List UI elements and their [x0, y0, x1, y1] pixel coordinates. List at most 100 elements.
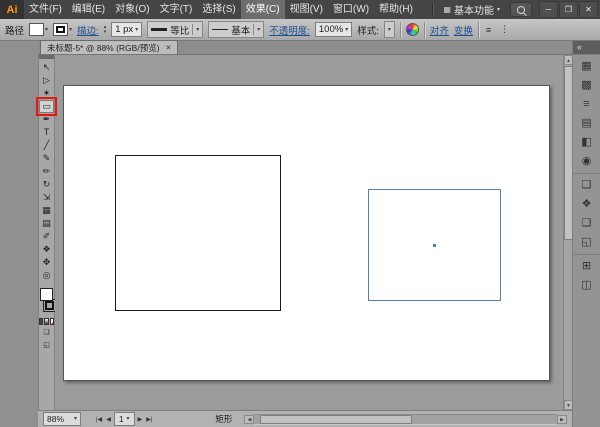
scroll-left-icon[interactable]: ◀ [244, 414, 255, 424]
menu-help[interactable]: 帮助(H) [374, 0, 418, 19]
dropdown-divider [253, 24, 255, 35]
illustrator-window: Ai 文件(F) 编辑(E) 对象(O) 文字(T) 选择(S) 效果(C) 视… [0, 0, 600, 427]
type-tool[interactable]: T [39, 126, 54, 139]
controlbar-divider [477, 21, 479, 38]
direct-selection-tool[interactable]: ▷ [39, 74, 54, 87]
first-artboard-button[interactable]: |◀ [95, 416, 103, 423]
drawn-rectangle[interactable] [115, 155, 281, 311]
fill-color-swatch [29, 23, 45, 36]
draw-mode-button[interactable]: ❏ [39, 328, 54, 338]
blend-tool[interactable]: ❖ [39, 243, 54, 256]
brush-value: 基本 [231, 25, 251, 37]
close-button[interactable]: ✕ [579, 1, 598, 18]
menu-select[interactable]: 选择(S) [197, 0, 240, 19]
stroke-width-select[interactable]: 1 px ▾ [111, 22, 143, 37]
caret-down-icon: ▾ [69, 26, 73, 33]
gradient-panel-icon[interactable]: ▤ [573, 114, 600, 133]
transparency-panel-icon[interactable]: ◧ [573, 133, 600, 152]
more-options-icon[interactable]: ⋮ [498, 24, 511, 35]
selection-tool[interactable]: ↖ [39, 61, 54, 74]
horizontal-scroll-track[interactable] [254, 413, 557, 425]
canvas[interactable] [55, 55, 563, 410]
align-panel-icon[interactable]: ⊞ [573, 257, 600, 276]
color-mini-swatch[interactable] [39, 318, 44, 325]
eyedropper-tool[interactable]: ✐ [39, 230, 54, 243]
style-select[interactable]: ▾ [383, 21, 395, 38]
artboard-number-select[interactable]: 1 ▾ [113, 412, 135, 426]
horizontal-scrollbar[interactable]: ◀ ▶ [244, 413, 567, 425]
recolor-artwork-icon[interactable] [405, 23, 419, 36]
horizontal-scroll-thumb[interactable] [260, 414, 412, 424]
workspace-switcher[interactable]: ▦ 基本功能 ▾ [439, 2, 504, 17]
stroke-link[interactable]: 描边: [77, 23, 99, 37]
rectangle-tool[interactable]: ▭ [36, 97, 57, 116]
restore-button[interactable]: ❐ [559, 1, 578, 18]
last-artboard-button[interactable]: ▶| [145, 416, 153, 423]
stroke-profile-select[interactable]: 等比 ▾ [147, 21, 204, 38]
stroke-panel-icon[interactable]: ≡ [573, 95, 600, 114]
profile-line-icon [151, 28, 168, 31]
app-logo: Ai [0, 0, 24, 19]
menu-object[interactable]: 对象(O) [110, 0, 154, 19]
paintbrush-tool[interactable]: ✎ [39, 152, 54, 165]
opacity-select[interactable]: 100% ▾ [314, 22, 353, 37]
zoom-level-select[interactable]: 88% ▾ [43, 412, 81, 426]
menu-file[interactable]: 文件(F) [24, 0, 67, 19]
controlbar-divider [423, 21, 425, 38]
document-tab[interactable]: 未标题-5* @ 88% (RGB/预览) ✕ [40, 40, 179, 54]
artboard-number-value: 1 [118, 414, 124, 424]
symbols-panel-icon[interactable]: ❖ [573, 195, 600, 214]
menu-edit[interactable]: 编辑(E) [67, 0, 110, 19]
tab-close-icon[interactable]: ✕ [166, 44, 172, 52]
next-artboard-button[interactable]: ▶ [137, 416, 144, 423]
graphic-styles-panel-icon[interactable]: ❑ [573, 176, 600, 195]
gradient-mini-swatch[interactable] [44, 318, 49, 325]
zoom-tool[interactable]: ◎ [39, 269, 54, 282]
scale-tool[interactable]: ⇲ [39, 191, 54, 204]
gradient-tool[interactable]: ▤ [39, 217, 54, 230]
menu-view[interactable]: 视图(V) [285, 0, 328, 19]
center-point [433, 243, 436, 247]
search-button[interactable] [510, 2, 532, 17]
stroke-width-stepper[interactable]: ▴ ▾ [103, 25, 107, 35]
panel-menu-icon[interactable]: ≡ [484, 25, 493, 35]
color-guide-panel-icon[interactable]: ▩ [573, 76, 600, 95]
prev-artboard-button[interactable]: ◀ [105, 416, 112, 423]
pen-tool[interactable]: ✒ [39, 113, 54, 126]
scroll-right-icon[interactable]: ▶ [557, 414, 567, 424]
dropdown-divider [192, 24, 194, 35]
opacity-link[interactable]: 不透明度: [269, 23, 310, 37]
hand-tool[interactable]: ✥ [39, 256, 54, 269]
screen-mode-button[interactable]: ◱ [39, 341, 54, 351]
layers-panel-icon[interactable]: ❏ [573, 214, 600, 233]
expand-panels-button[interactable]: « [573, 41, 600, 54]
document-tab-title: 未标题-5* @ 88% (RGB/预览) [47, 42, 160, 53]
caret-down-icon: ▾ [496, 6, 500, 13]
menu-window[interactable]: 窗口(W) [328, 0, 374, 19]
stepper-down-icon: ▾ [103, 29, 107, 35]
caret-down-icon: ▾ [196, 26, 200, 33]
stroke-color-dropdown[interactable]: ▾ [53, 23, 72, 36]
mesh-tool[interactable]: ▦ [39, 204, 54, 217]
minimize-button[interactable]: ─ [539, 1, 558, 18]
fill-color-dropdown[interactable]: ▾ [29, 23, 48, 36]
artboards-panel-icon[interactable]: ◱ [573, 233, 600, 252]
menu-type[interactable]: 文字(T) [155, 0, 198, 19]
caret-down-icon: ▾ [45, 26, 49, 33]
align-link[interactable]: 对齐 [430, 23, 449, 37]
brush-definition-select[interactable]: 基本 ▾ [208, 21, 265, 38]
fill-swatch[interactable] [40, 288, 53, 301]
pathfinder-panel-icon[interactable]: ◫ [573, 276, 600, 295]
appearance-panel-icon[interactable]: ◉ [573, 152, 600, 171]
magic-wand-tool[interactable]: ✶ [39, 87, 54, 100]
transform-link[interactable]: 变换 [454, 23, 473, 37]
none-mini-swatch[interactable] [49, 318, 54, 325]
selected-rectangle[interactable] [368, 189, 501, 301]
line-tool[interactable]: ╱ [39, 139, 54, 152]
pencil-tool[interactable]: ✏ [39, 165, 54, 178]
color-panel-icon[interactable]: ▦ [573, 57, 600, 76]
style-label: 样式: [357, 25, 379, 37]
rotate-tool[interactable]: ↻ [39, 178, 54, 191]
menu-effect[interactable]: 效果(C) [240, 0, 285, 19]
stroke-color-swatch [53, 23, 69, 36]
